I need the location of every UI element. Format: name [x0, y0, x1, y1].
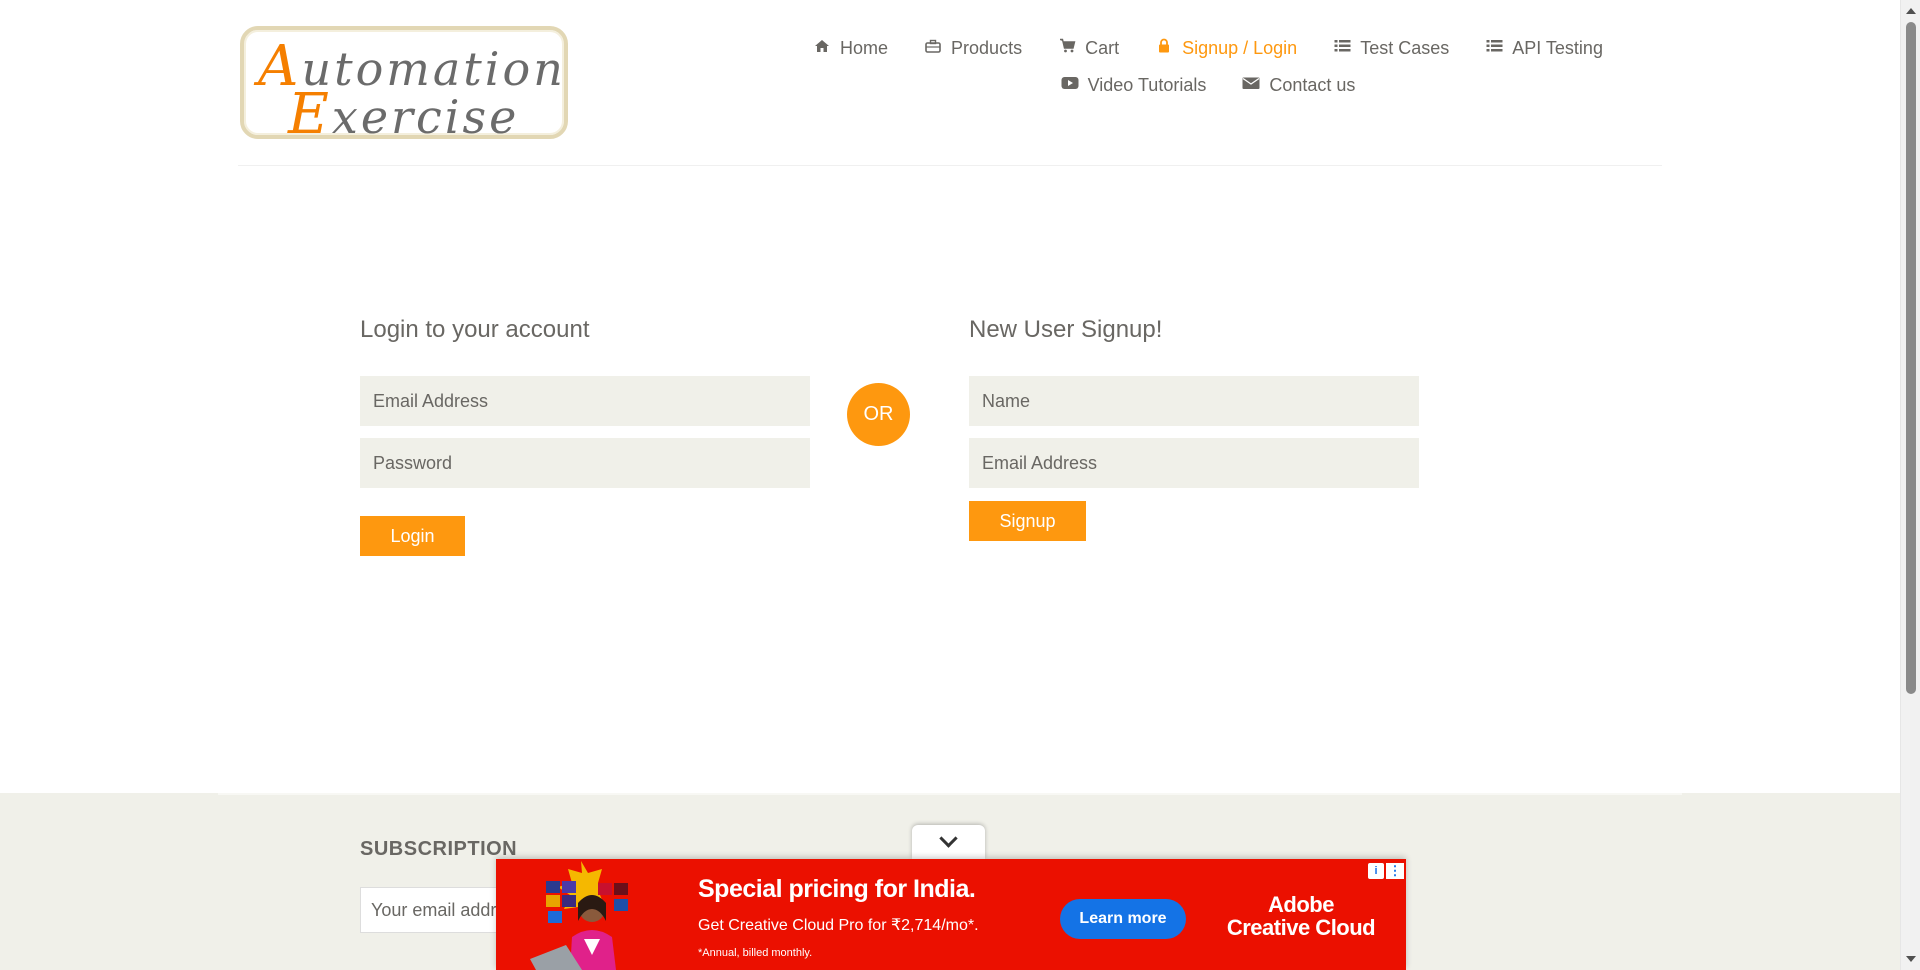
- nav-item-video-tutorials[interactable]: Video Tutorials: [1043, 73, 1225, 97]
- chevron-down-icon: [939, 829, 958, 848]
- footer-divider: [218, 793, 1682, 795]
- list-icon: [1485, 39, 1503, 58]
- list-icon: [1333, 39, 1351, 58]
- nav-item-api-testing[interactable]: API Testing: [1467, 36, 1621, 60]
- nav-row-1: Home Products Cart Signup / Login Test C…: [738, 36, 1678, 60]
- ad-menu-icon[interactable]: ⋮: [1386, 863, 1404, 879]
- ad-fineprint: *Annual, billed monthly.: [698, 947, 813, 959]
- login-title: Login to your account: [360, 316, 590, 343]
- ad-headline: Special pricing for India.: [698, 875, 976, 903]
- ad-info-icon[interactable]: i: [1368, 863, 1384, 879]
- nav-label-products: Products: [951, 37, 1023, 58]
- login-password-input[interactable]: [360, 438, 810, 488]
- signup-form: New User Signup! Signup: [969, 316, 1419, 541]
- envelope-icon: [1242, 76, 1260, 95]
- nav-item-products[interactable]: Products: [906, 36, 1040, 60]
- nav-item-contact-us[interactable]: Contact us: [1224, 73, 1373, 97]
- main-nav: Home Products Cart Signup / Login Test C…: [738, 36, 1678, 110]
- nav-item-home[interactable]: Home: [795, 36, 906, 60]
- login-email-input[interactable]: [360, 376, 810, 426]
- nav-item-signup-login[interactable]: Signup / Login: [1137, 36, 1315, 60]
- logo-text-2: xercise: [331, 90, 520, 144]
- ad-subline: Get Creative Cloud Pro for ₹2,714/mo*.: [698, 917, 979, 934]
- nav-label-test-cases: Test Cases: [1360, 37, 1450, 58]
- ad-brand-line-2: Creative Cloud: [1226, 915, 1376, 940]
- ad-banner[interactable]: Special pricing for India. Get Creative …: [496, 859, 1406, 970]
- scroll-down-icon[interactable]: [1906, 956, 1916, 962]
- site-logo[interactable]: Automation Exercise: [240, 26, 568, 147]
- login-button[interactable]: Login: [360, 516, 465, 556]
- login-form: Login to your account Login: [360, 316, 810, 556]
- ad-person-illustration: [530, 861, 628, 970]
- ad-collapse-button[interactable]: [912, 825, 985, 859]
- nav-item-cart[interactable]: Cart: [1040, 36, 1137, 60]
- site-header: Automation Exercise Home Products Cart S…: [238, 0, 1662, 166]
- signup-email-input[interactable]: [969, 438, 1419, 488]
- signup-button[interactable]: Signup: [969, 501, 1086, 541]
- nav-row-2: Video Tutorials Contact us: [738, 73, 1678, 97]
- youtube-play-icon: [1061, 76, 1079, 95]
- logo-line-2: Exercise: [288, 82, 519, 147]
- nav-item-test-cases[interactable]: Test Cases: [1315, 36, 1467, 60]
- scroll-up-icon[interactable]: [1906, 8, 1916, 14]
- nav-label-home: Home: [840, 37, 889, 58]
- subscription-title: SUBSCRIPTION: [360, 838, 518, 860]
- nav-label-signup-login: Signup / Login: [1182, 37, 1298, 58]
- nav-label-api-testing: API Testing: [1512, 37, 1603, 58]
- ad-brand: Adobe Creative Cloud: [1216, 893, 1386, 939]
- ad-learn-more-button[interactable]: Learn more: [1060, 899, 1186, 939]
- logo-cap-e: E: [288, 82, 332, 147]
- briefcase-icon: [924, 39, 942, 58]
- signup-name-input[interactable]: [969, 376, 1419, 426]
- home-icon: [813, 39, 831, 58]
- lock-icon: [1155, 38, 1173, 58]
- scrollbar-thumb[interactable]: [1906, 22, 1916, 694]
- signup-title: New User Signup!: [969, 316, 1163, 343]
- nav-label-cart: Cart: [1085, 37, 1120, 58]
- cart-icon: [1058, 38, 1076, 58]
- nav-label-video-tutorials: Video Tutorials: [1087, 74, 1207, 95]
- or-badge: OR: [847, 383, 910, 446]
- nav-label-contact-us: Contact us: [1269, 74, 1356, 95]
- page-scrollbar[interactable]: [1900, 0, 1920, 970]
- ad-brand-line-1: Adobe: [1268, 892, 1334, 917]
